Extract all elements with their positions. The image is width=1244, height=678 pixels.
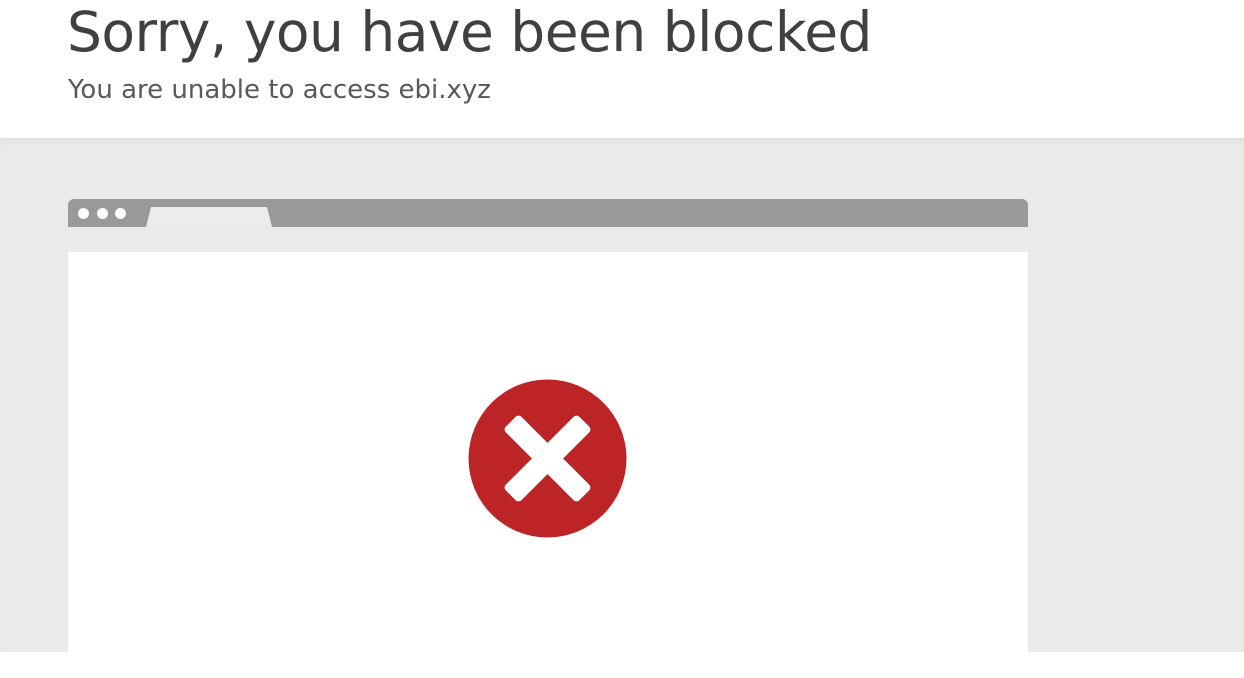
dot-icon [115,208,126,219]
dot-icon [78,208,89,219]
page-subtitle: You are unable to access ebi.xyz [68,75,491,105]
page-header: Sorry, you have been blocked You are una… [0,0,1244,138]
page-footer-strip [0,652,1244,678]
browser-illustration-tab [146,207,272,227]
dot-icon [97,208,108,219]
page-title: Sorry, you have been blocked [67,0,872,64]
error-x-icon [468,379,627,538]
